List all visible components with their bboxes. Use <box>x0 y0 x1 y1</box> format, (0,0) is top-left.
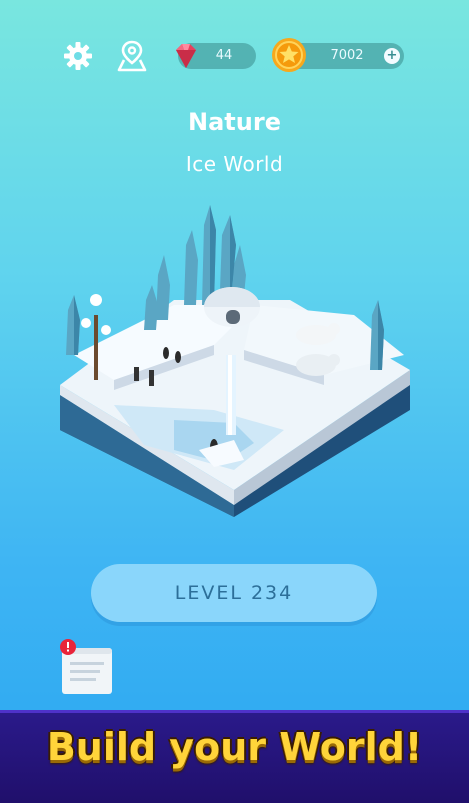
alert-badge-icon <box>60 639 76 655</box>
coin-star-icon <box>272 38 306 72</box>
world-category: Nature <box>188 108 281 136</box>
gem-count: 44 <box>215 48 233 63</box>
map-pin-icon <box>117 40 147 72</box>
map-button[interactable] <box>114 38 150 74</box>
gear-icon <box>64 42 92 70</box>
ice-world-diorama[interactable] <box>54 205 416 525</box>
world-name: Ice World <box>185 152 284 176</box>
gem-icon <box>176 44 196 68</box>
promo-banner: Build your World! <box>0 710 469 803</box>
scroll-icon[interactable] <box>58 638 118 698</box>
add-coins-button[interactable]: + <box>384 48 400 64</box>
banner-text: Build your World! <box>46 725 423 769</box>
settings-button[interactable] <box>60 38 96 74</box>
top-bar: 44 7002 + <box>0 38 469 78</box>
coin-count: 7002 <box>330 48 364 63</box>
level-button[interactable]: LEVEL 234 <box>91 564 377 622</box>
